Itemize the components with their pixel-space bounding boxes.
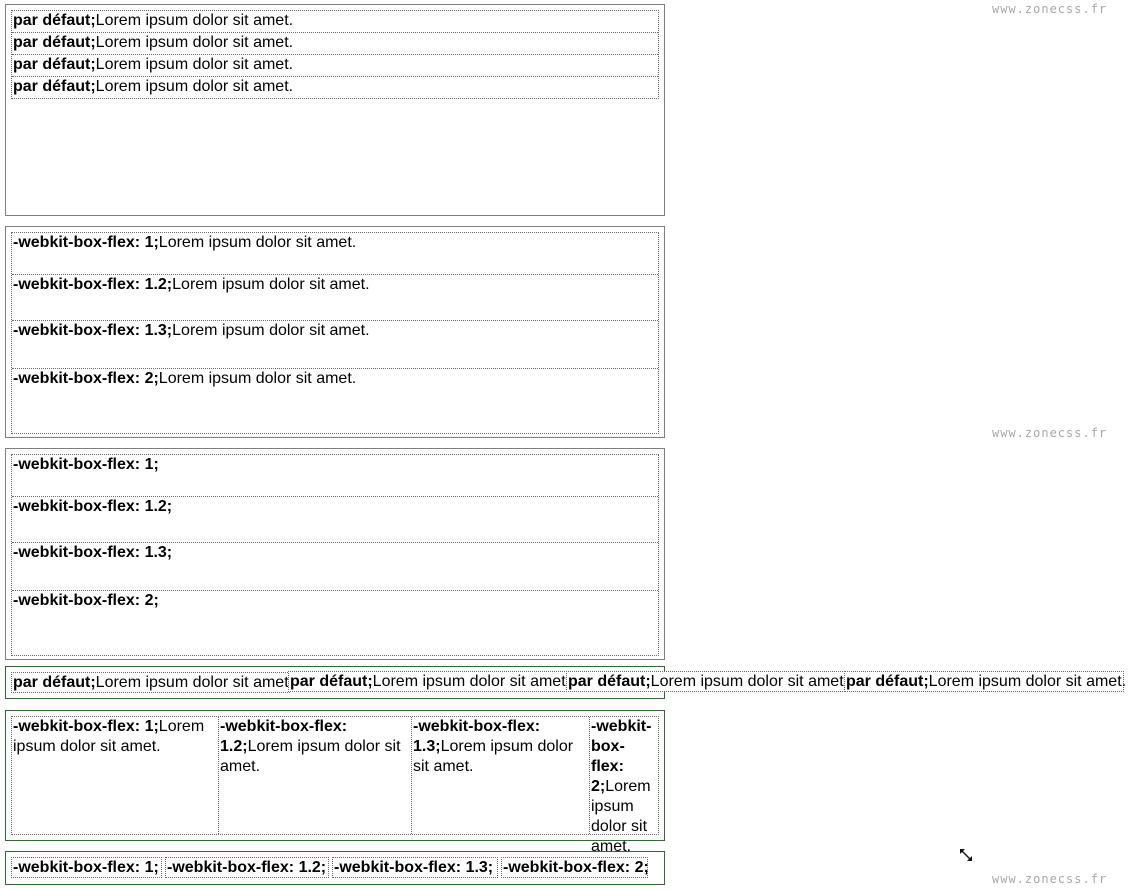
list-item: -webkit-box-flex: 1.2; <box>12 497 658 543</box>
demo-box-flex-vertical: -webkit-box-flex: 1;Lorem ipsum dolor si… <box>5 226 665 438</box>
watermark: www.zonecss.fr <box>992 872 1108 886</box>
list-item: -webkit-box-flex: 1.2; <box>165 857 329 878</box>
list-item: par défaut;Lorem ipsum dolor sit amet. <box>12 33 658 55</box>
demo-box-flex-horizontal-labels: -webkit-box-flex: 1; -webkit-box-flex: 1… <box>5 851 665 885</box>
list-item: -webkit-box-flex: 1.3; <box>12 543 658 591</box>
list-item: -webkit-box-flex: 2; <box>13 592 159 609</box>
demo-box-flex-vertical-labels: -webkit-box-flex: 1; -webkit-box-flex: 1… <box>5 448 665 660</box>
list-item: -webkit-box-flex: 1.3; <box>332 857 498 878</box>
resize-icon[interactable] <box>959 848 973 862</box>
flex-container: -webkit-box-flex: 1;Lorem ipsum dolor si… <box>11 716 659 855</box>
list-item: -webkit-box-flex: 1.3;Lorem ipsum dolor s… <box>412 717 590 834</box>
list-item: -webkit-box-flex: 1.3;Lorem ipsum dolor … <box>12 321 658 369</box>
demo-box-default-vertical: par défaut;Lorem ipsum dolor sit amet. p… <box>5 4 665 216</box>
list-item: -webkit-box-flex: 2; <box>501 857 649 878</box>
list-item: -webkit-box-flex: 1;Lorem ipsum dolor si… <box>12 233 658 275</box>
list-item: par défaut;Lorem ipsum dolor sit amet. <box>288 671 571 692</box>
flex-container: -webkit-box-flex: 1; -webkit-box-flex: 1… <box>11 454 659 656</box>
list-item: -webkit-box-flex: 1.2;Lorem ipsum dolor s… <box>219 717 412 834</box>
list-item: -webkit-box-flex: 1; <box>11 857 162 878</box>
demo-box-flex-horizontal: -webkit-box-flex: 1;Lorem ipsum dolor si… <box>5 710 665 855</box>
list-item: par défaut;Lorem ipsum dolor sit amet. <box>844 671 1127 692</box>
list-item: -webkit-box-flex: 1;Lorem ipsum dolor si… <box>12 717 219 834</box>
flex-container: -webkit-box-flex: 1;Lorem ipsum dolor si… <box>11 232 659 434</box>
watermark: www.zonecss.fr <box>992 426 1108 440</box>
flex-container: par défaut;Lorem ipsum dolor sit amet. p… <box>11 10 659 99</box>
list-item: par défaut;Lorem ipsum dolor sit amet. <box>11 672 294 693</box>
list-item: -webkit-box-flex: 1.2;Lorem ipsum dolor … <box>12 275 658 321</box>
list-item: par défaut;Lorem ipsum dolor sit amet. <box>13 78 294 95</box>
list-item: -webkit-box-flex: 2;Lorem ipsum dolor sit am… <box>591 718 652 855</box>
list-item: par défaut;Lorem ipsum dolor sit amet. <box>12 55 658 77</box>
list-item: par défaut;Lorem ipsum dolor sit amet. <box>12 11 658 33</box>
watermark: www.zonecss.fr <box>992 2 1108 16</box>
list-item: par défaut;Lorem ipsum dolor sit amet. <box>566 671 849 692</box>
list-item: -webkit-box-flex: 1; <box>12 455 658 497</box>
list-item: -webkit-box-flex: 2;Lorem ipsum dolor si… <box>13 370 357 387</box>
